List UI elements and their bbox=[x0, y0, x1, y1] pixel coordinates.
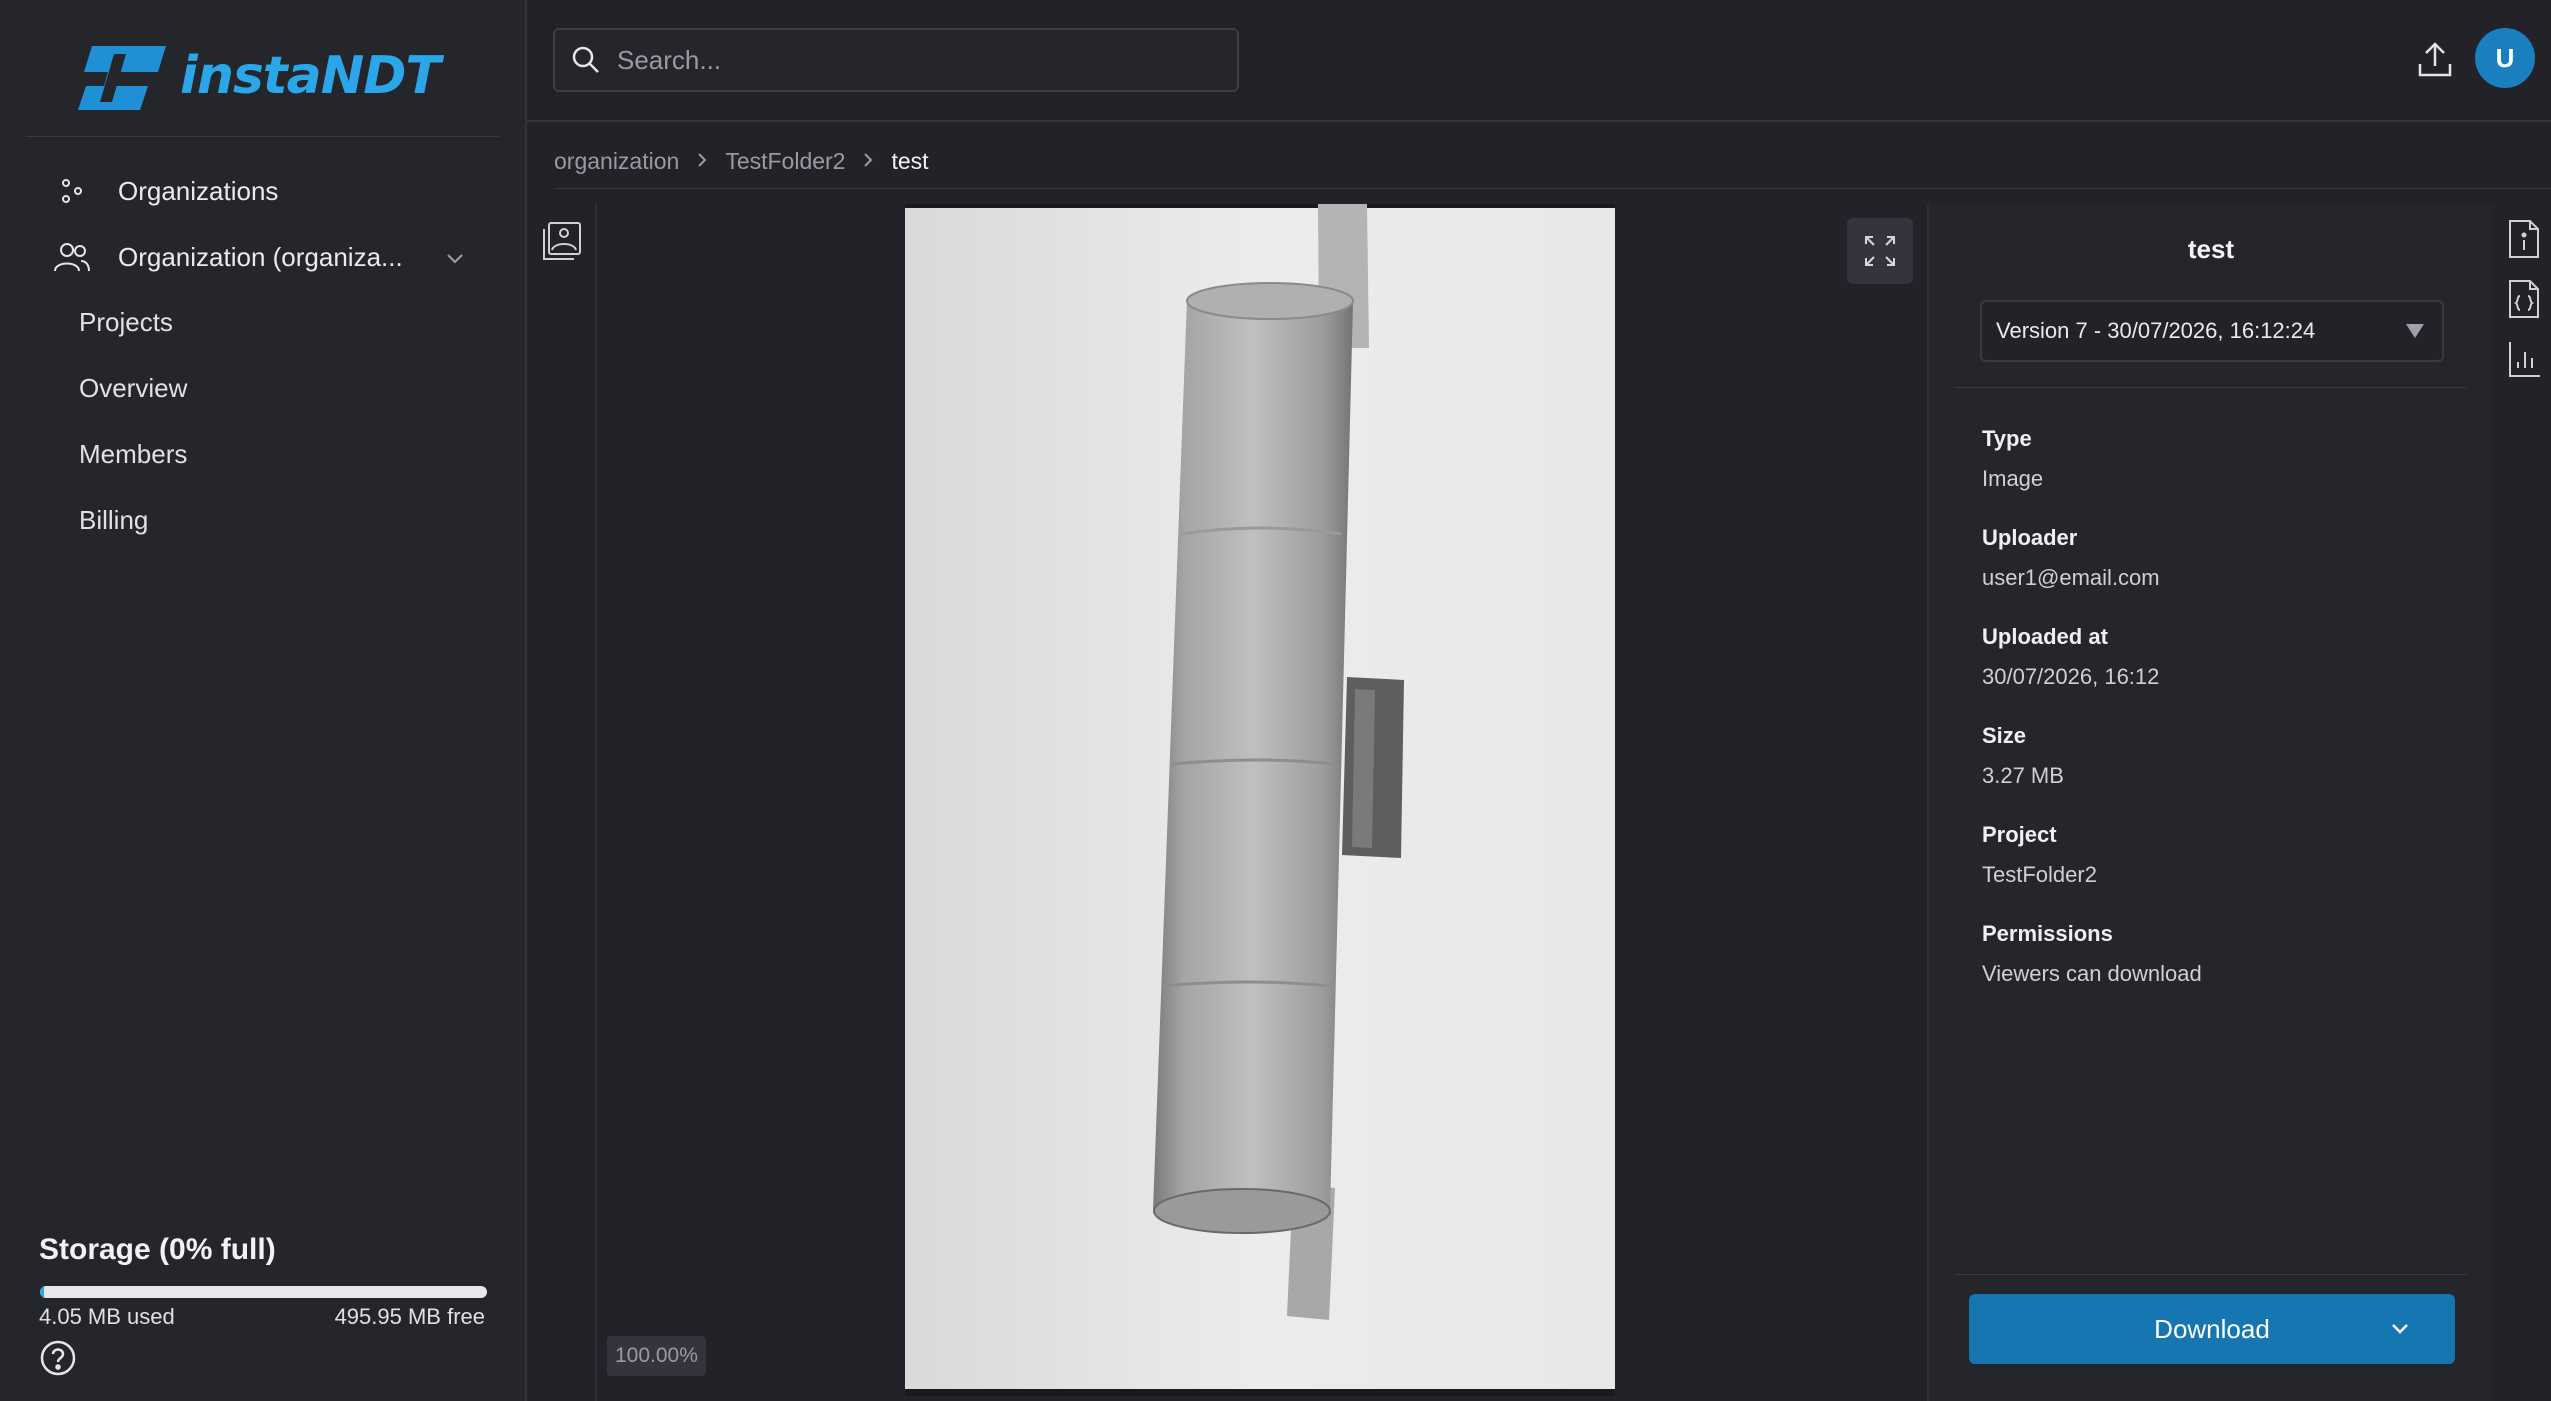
field-value-project: TestFolder2 bbox=[1982, 862, 2097, 887]
chevron-right-icon bbox=[695, 148, 709, 175]
field-label-size: Size bbox=[1982, 723, 2027, 748]
image-viewer[interactable]: 100.00% bbox=[597, 204, 1927, 1401]
storage-used: 4.05 MB used bbox=[39, 1304, 175, 1329]
radiograph-image bbox=[905, 204, 1615, 1396]
sidebar-item-projects[interactable]: Projects bbox=[79, 307, 173, 338]
details-divider bbox=[1955, 387, 2467, 388]
sidebar-item-members[interactable]: Members bbox=[79, 439, 187, 470]
help-icon[interactable] bbox=[39, 1339, 77, 1377]
breadcrumb-item-current: test bbox=[891, 147, 929, 174]
storage-free: 495.95 MB free bbox=[334, 1304, 485, 1329]
field-label-uploader: Uploader bbox=[1982, 525, 2078, 550]
viewer-tool-column bbox=[527, 204, 597, 1401]
file-json-icon[interactable] bbox=[2507, 278, 2541, 320]
zoom-level: 100.00% bbox=[607, 1336, 706, 1376]
chevron-right-icon bbox=[861, 148, 875, 175]
field-label-permissions: Permissions bbox=[1982, 921, 2113, 946]
field-value-type: Image bbox=[1982, 466, 2044, 491]
sidebar-item-overview[interactable]: Overview bbox=[79, 373, 187, 404]
sidebar: instaNDT Organizations Organization (org… bbox=[0, 0, 527, 1401]
breadcrumb-item-organization[interactable]: organization bbox=[554, 148, 679, 175]
image-adjust-icon[interactable] bbox=[541, 220, 583, 262]
search-box[interactable] bbox=[553, 28, 1239, 92]
users-icon bbox=[50, 235, 94, 279]
field-label-type: Type bbox=[1982, 426, 2032, 451]
sidebar-item-organizations[interactable]: Organizations bbox=[50, 163, 278, 219]
breadcrumb: organization TestFolder2 test bbox=[554, 144, 929, 178]
download-button-label: Download bbox=[2154, 1313, 2270, 1344]
brand-logo[interactable]: instaNDT bbox=[78, 40, 441, 112]
chevron-down-icon[interactable] bbox=[2389, 1318, 2411, 1340]
storage-bar bbox=[40, 1286, 487, 1298]
storage-bar-fill bbox=[40, 1286, 44, 1298]
brand-logo-icon bbox=[78, 46, 166, 110]
sidebar-item-label: Organizations bbox=[118, 175, 279, 206]
storage-title: Storage (0% full) bbox=[39, 1233, 276, 1266]
breadcrumb-divider bbox=[554, 188, 2551, 189]
upload-icon[interactable] bbox=[2415, 40, 2455, 80]
search-icon bbox=[572, 46, 599, 73]
chevron-down-icon[interactable] bbox=[443, 246, 467, 270]
organizations-icon bbox=[50, 169, 94, 213]
sidebar-divider bbox=[26, 136, 499, 137]
expand-icon bbox=[1865, 236, 1895, 266]
field-label-project: Project bbox=[1982, 822, 2057, 847]
details-bottom-divider bbox=[1955, 1274, 2467, 1275]
details-panel: test Version 7 - 30/07/2026, 16:12:24 Ty… bbox=[1927, 204, 2493, 1401]
version-select-value: Version 7 - 30/07/2026, 16:12:24 bbox=[1996, 318, 2316, 343]
sidebar-item-label: Organization (organiza... bbox=[118, 241, 403, 272]
file-title: test bbox=[2187, 234, 2235, 264]
sidebar-item-billing[interactable]: Billing bbox=[79, 505, 148, 536]
file-info-icon[interactable] bbox=[2507, 218, 2541, 260]
brand-name: instaNDT bbox=[180, 46, 441, 106]
right-rail bbox=[2493, 204, 2551, 1401]
sidebar-item-organization[interactable]: Organization (organiza... bbox=[50, 229, 403, 285]
top-bar: U bbox=[527, 0, 2551, 122]
field-value-uploaded-at: 30/07/2026, 16:12 bbox=[1982, 664, 2160, 689]
field-label-uploaded-at: Uploaded at bbox=[1982, 624, 2108, 649]
download-button[interactable]: Download bbox=[1969, 1294, 2455, 1364]
search-input[interactable] bbox=[615, 43, 1219, 77]
fullscreen-button[interactable] bbox=[1847, 218, 1913, 284]
histogram-icon[interactable] bbox=[2507, 338, 2541, 380]
field-value-permissions: Viewers can download bbox=[1982, 961, 2202, 986]
field-value-uploader: user1@email.com bbox=[1982, 565, 2160, 590]
field-value-size: 3.27 MB bbox=[1982, 763, 2064, 788]
breadcrumb-item-folder[interactable]: TestFolder2 bbox=[725, 148, 845, 175]
version-select[interactable]: Version 7 - 30/07/2026, 16:12:24 bbox=[1980, 300, 2444, 362]
dropdown-arrow-icon bbox=[2406, 324, 2424, 338]
avatar[interactable]: U bbox=[2475, 28, 2535, 88]
